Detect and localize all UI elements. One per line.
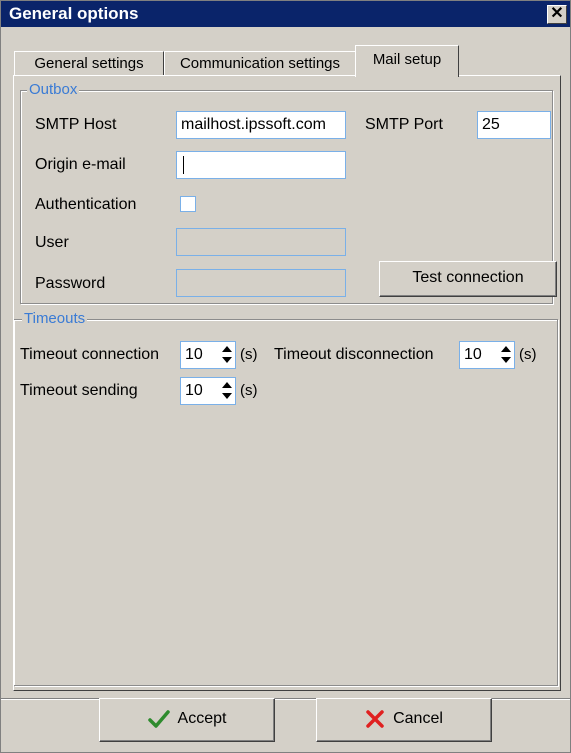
spinner-arrows[interactable] — [219, 343, 234, 367]
spinner-arrows[interactable] — [498, 343, 513, 367]
arrow-down-icon[interactable] — [222, 357, 232, 363]
arrow-up-icon[interactable] — [501, 346, 511, 352]
unit-label: (s) — [240, 382, 258, 399]
window-title: General options — [9, 4, 139, 23]
timeout-sending-spinner[interactable]: 10 — [180, 377, 236, 405]
x-icon — [366, 710, 384, 728]
tab-mail-setup[interactable]: Mail setup — [355, 45, 459, 77]
timeout-connection-spinner[interactable]: 10 — [180, 341, 236, 369]
unit-label: (s) — [240, 346, 258, 363]
arrow-down-icon[interactable] — [222, 393, 232, 399]
password-input[interactable] — [176, 269, 346, 297]
timeouts-group: Timeouts Timeout connection 10 (s) Timeo… — [14, 310, 558, 686]
cancel-button[interactable]: Cancel — [316, 698, 492, 742]
timeout-disconnection-label: Timeout disconnection — [274, 346, 434, 363]
unit-label: (s) — [519, 346, 537, 363]
outbox-group: Outbox SMTP Host mailhost.ipssoft.com SM… — [20, 81, 557, 304]
accept-button[interactable]: Accept — [99, 698, 275, 742]
timeout-disconnection-spinner[interactable]: 10 — [459, 341, 515, 369]
user-label: User — [35, 234, 69, 251]
tab-general-settings[interactable]: General settings — [14, 51, 164, 76]
tab-communication-settings[interactable]: Communication settings — [164, 51, 356, 76]
authentication-checkbox[interactable] — [180, 196, 196, 212]
cancel-label: Cancel — [393, 710, 443, 727]
tab-label: General settings — [34, 55, 144, 72]
authentication-label: Authentication — [35, 196, 137, 213]
text-caret — [183, 155, 184, 174]
accept-label: Accept — [177, 710, 227, 727]
smtp-host-input[interactable]: mailhost.ipssoft.com — [176, 111, 346, 139]
test-connection-button[interactable]: Test connection — [379, 261, 557, 297]
arrow-up-icon[interactable] — [222, 346, 232, 352]
close-button[interactable]: ✕ — [547, 5, 567, 24]
origin-email-label: Origin e-mail — [35, 156, 126, 173]
arrow-up-icon[interactable] — [222, 382, 232, 388]
spinner-value: 10 — [464, 346, 482, 363]
close-icon: ✕ — [550, 5, 564, 22]
dialog-window: General options ✕ General settings Commu… — [0, 0, 571, 753]
mail-setup-panel: Outbox SMTP Host mailhost.ipssoft.com SM… — [13, 75, 561, 691]
spinner-value: 10 — [185, 346, 203, 363]
outbox-legend: Outbox — [27, 81, 80, 99]
user-input[interactable] — [176, 228, 346, 256]
title-bar[interactable]: General options ✕ — [1, 1, 570, 27]
spinner-arrows[interactable] — [219, 379, 234, 403]
arrow-down-icon[interactable] — [501, 357, 511, 363]
smtp-port-input[interactable]: 25 — [477, 111, 551, 139]
timeout-connection-label: Timeout connection — [20, 346, 160, 363]
origin-email-input[interactable] — [176, 151, 346, 179]
spinner-value: 10 — [185, 382, 203, 399]
checkmark-icon — [147, 710, 170, 728]
smtp-port-label: SMTP Port — [365, 116, 443, 133]
smtp-host-label: SMTP Host — [35, 116, 117, 133]
password-label: Password — [35, 275, 106, 292]
timeouts-legend: Timeouts — [22, 310, 88, 328]
timeout-sending-label: Timeout sending — [20, 382, 138, 399]
tab-label: Communication settings — [179, 55, 341, 72]
tab-label: Mail setup — [372, 51, 442, 68]
